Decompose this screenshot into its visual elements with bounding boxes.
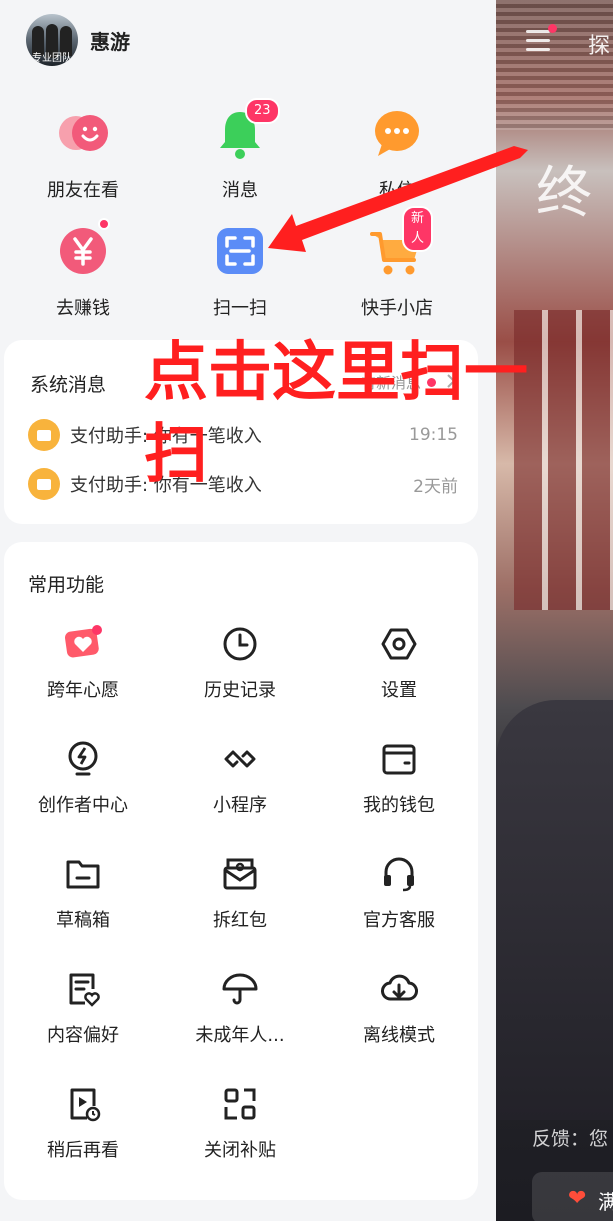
function-label: 设置 [381,680,417,701]
function-label: 离线模式 [363,1025,435,1046]
function-new-year-wish[interactable]: 跨年心愿 [8,624,158,702]
video-frame-dashboard [496,700,613,1120]
red-envelope-icon [220,854,260,894]
wallet-icon [28,419,60,451]
function-label: 我的钱包 [363,795,435,816]
settings-hexagon-icon [379,624,419,664]
content-preference-icon [63,969,103,1009]
video-action-pill[interactable]: ❤ 满 [532,1172,613,1221]
grid-apps-icon [220,1084,260,1124]
folder-icon [63,854,103,894]
function-wallet[interactable]: 我的钱包 [324,739,474,817]
watch-later-icon [63,1084,103,1124]
function-label: 跨年心愿 [47,680,119,701]
clock-icon [220,624,260,664]
function-close-subsidy[interactable]: 关闭补贴 [165,1084,315,1162]
umbrella-icon [220,969,260,1009]
function-mini-program[interactable]: 小程序 [165,739,315,817]
function-label: 内容偏好 [47,1025,119,1046]
heart-icon: ❤ [568,1186,587,1211]
function-label: 小程序 [213,795,267,816]
function-drafts[interactable]: 草稿箱 [8,854,158,932]
function-history[interactable]: 历史记录 [165,624,315,702]
function-content-preference[interactable]: 内容偏好 [8,969,158,1047]
video-pill-label: 满 [598,1190,613,1214]
wallet-icon [28,468,60,500]
function-label: 拆红包 [213,910,267,931]
common-functions-card: 常用功能 跨年心愿 历史记录 设置 创作者中心 小程序 我的钱包 草稿箱 拆红包… [4,542,478,1200]
function-label: 未成年人... [195,1025,285,1046]
function-customer-service[interactable]: 官方客服 [324,854,474,932]
function-label: 草稿箱 [56,910,110,931]
annotation-text: 点击这里扫一扫 [144,336,528,492]
headset-icon [379,854,419,894]
function-label: 历史记录 [204,680,276,701]
function-watch-later[interactable]: 稍后再看 [8,1084,158,1162]
function-label: 稍后再看 [47,1140,119,1161]
function-offline-mode[interactable]: 离线模式 [324,969,474,1047]
wallet-icon [379,739,419,779]
function-creator-center[interactable]: 创作者中心 [8,739,158,817]
cloud-download-icon [379,969,419,1009]
function-label: 创作者中心 [38,795,128,816]
wish-heart-icon [63,624,103,664]
lightning-bulb-icon [63,739,103,779]
function-label: 官方客服 [363,910,435,931]
function-red-envelope[interactable]: 拆红包 [165,854,315,932]
common-functions-title: 常用功能 [28,574,105,596]
function-minor-mode[interactable]: 未成年人... [165,969,315,1047]
function-settings[interactable]: 设置 [324,624,474,702]
mini-program-icon [220,739,260,779]
video-feedback-text: 反馈：您 [532,1128,609,1150]
function-label: 关闭补贴 [204,1140,276,1161]
